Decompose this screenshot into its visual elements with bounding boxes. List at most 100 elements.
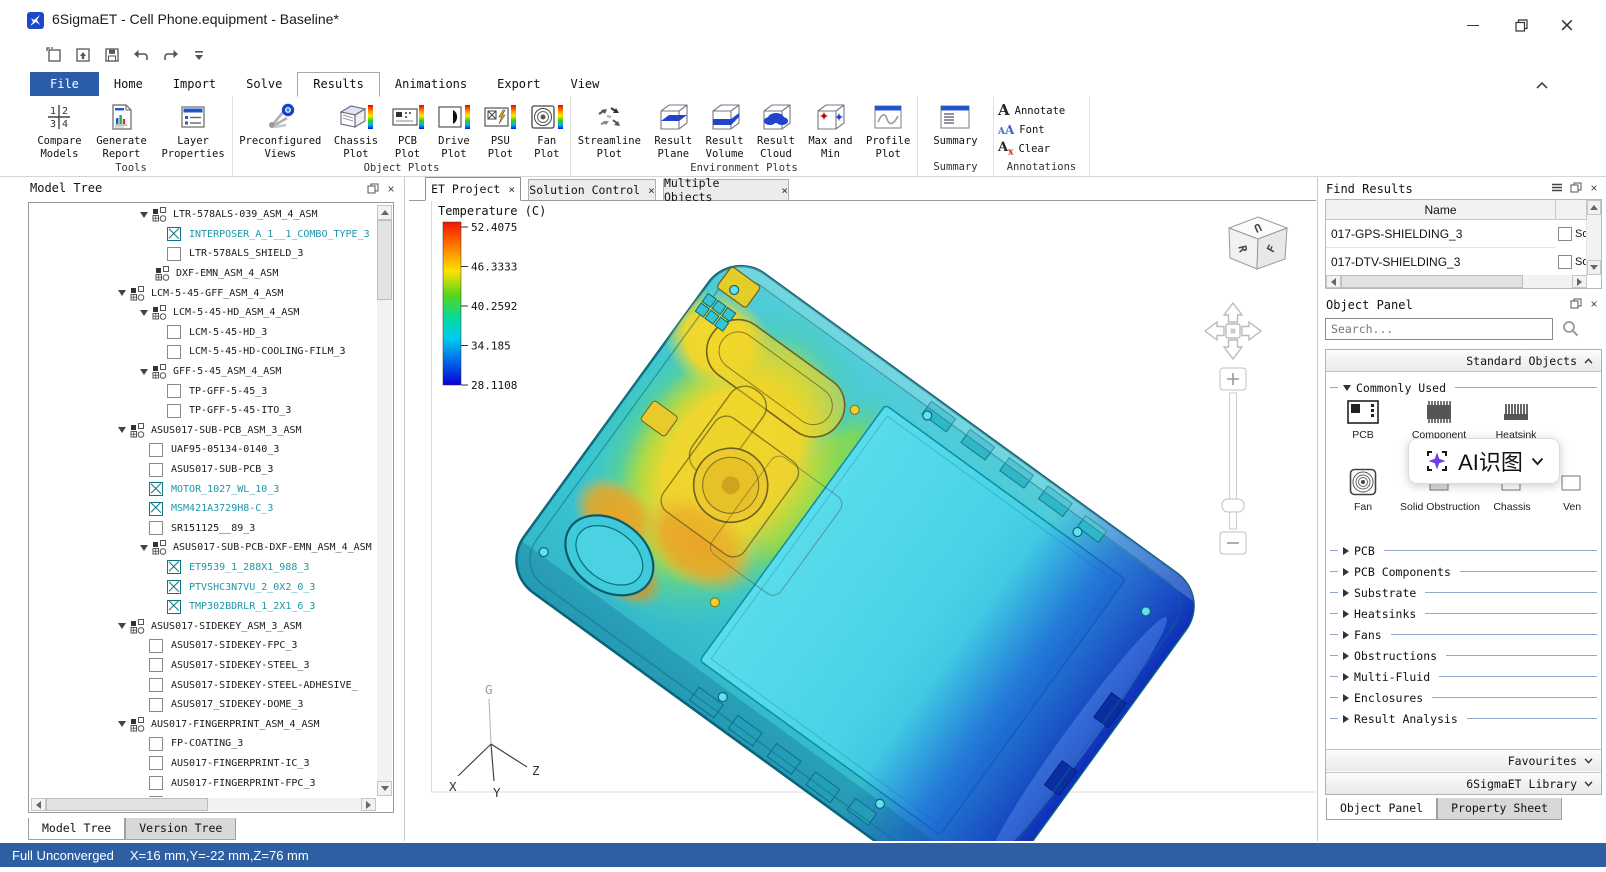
tree-item[interactable]: ASUS017-SIDEKEY-FPC_3 xyxy=(29,636,377,656)
checkbox-checked[interactable] xyxy=(149,502,163,516)
float-panel-icon[interactable] xyxy=(366,182,380,195)
solid-checkbox[interactable] xyxy=(1558,255,1572,269)
drive-plot-button[interactable]: Drive Plot xyxy=(435,98,473,161)
object-item-pcb[interactable]: PCB xyxy=(1334,400,1392,441)
tree-vertical-scrollbar[interactable] xyxy=(377,205,392,796)
checkbox-checked[interactable] xyxy=(167,227,181,241)
right-splitter[interactable] xyxy=(1317,177,1318,841)
checkbox-unchecked[interactable] xyxy=(149,737,163,751)
category-substrate[interactable]: Substrate xyxy=(1330,582,1597,603)
chassis-plot-button[interactable]: Chassis Plot xyxy=(332,98,380,161)
profile-plot-button[interactable]: Profile Plot xyxy=(864,98,912,161)
expand-arrow-icon[interactable] xyxy=(118,623,126,629)
panel-menu-icon[interactable] xyxy=(1550,181,1564,194)
generate-report-button[interactable]: Generate Report xyxy=(94,98,149,161)
category-obstructions[interactable]: Obstructions xyxy=(1330,645,1597,666)
checkbox-checked[interactable] xyxy=(167,580,181,594)
layer-properties-button[interactable]: Layer Properties xyxy=(159,98,226,161)
result-cloud-button[interactable]: Result Cloud xyxy=(755,98,797,161)
fan-plot-button[interactable]: Fan Plot xyxy=(528,98,566,161)
tree-item[interactable]: MSM421A3729H8-C_3 xyxy=(29,499,377,519)
tree-item[interactable]: LTR-578ALS-039_ASM_4_ASM xyxy=(29,205,377,225)
toolbar-more-icon[interactable] xyxy=(189,45,209,65)
checkbox-unchecked[interactable] xyxy=(149,698,163,712)
left-splitter[interactable] xyxy=(404,177,405,841)
checkbox-checked[interactable] xyxy=(167,600,181,614)
tab-results[interactable]: Results xyxy=(297,72,380,97)
preconfigured-views-button[interactable]: Preconfigured Views xyxy=(237,98,323,161)
column-header-extra[interactable] xyxy=(1556,200,1587,220)
close-panel-icon[interactable]: × xyxy=(384,182,398,195)
float-panel-icon[interactable] xyxy=(1569,181,1583,194)
expand-arrow-icon[interactable] xyxy=(118,427,126,433)
checkbox-unchecked[interactable] xyxy=(167,384,181,398)
checkbox-unchecked[interactable] xyxy=(149,521,163,535)
solid-checkbox[interactable] xyxy=(1558,227,1572,241)
search-icon[interactable] xyxy=(1562,320,1579,342)
clear-annotations-button[interactable]: Ax Clear xyxy=(994,139,1089,158)
close-tab-icon[interactable]: × xyxy=(781,184,788,197)
pcb-plot-button[interactable]: PCB Plot xyxy=(389,98,427,161)
results-vertical-scrollbar[interactable] xyxy=(1587,200,1601,275)
expand-arrow-icon[interactable] xyxy=(140,369,148,375)
tab-export[interactable]: Export xyxy=(482,72,555,96)
tab-et-project[interactable]: ET Project× xyxy=(425,177,521,201)
close-panel-icon[interactable]: × xyxy=(1587,297,1601,310)
result-plane-button[interactable]: Result Plane xyxy=(652,98,694,161)
tree-item[interactable]: ASUS017_SIDEKEY-DOME_3 xyxy=(29,695,377,715)
object-item-fan[interactable]: Fan xyxy=(1334,468,1392,513)
result-volume-button[interactable]: Result Volume xyxy=(704,98,746,161)
tree-item[interactable]: ASUS017-SUB-PCB-DXF-EMN_ASM_4_ASM xyxy=(29,538,377,558)
tree-item[interactable]: ASUS017-SUB-PCB_3 xyxy=(29,460,377,480)
expand-arrow-icon[interactable] xyxy=(118,721,126,727)
checkbox-unchecked[interactable] xyxy=(149,639,163,653)
close-tab-icon[interactable]: × xyxy=(508,183,515,196)
tree-item[interactable]: ET9539_1_288X1_988_3 xyxy=(29,558,377,578)
max-and-min-button[interactable]: Max and Min xyxy=(806,98,854,161)
category-pcb[interactable]: PCB xyxy=(1330,540,1597,561)
open-model-icon[interactable] xyxy=(73,45,93,65)
category-result-analysis[interactable]: Result Analysis xyxy=(1330,708,1597,729)
tree-item[interactable]: AUS017-FINGERPRINT_ASM_4_ASM xyxy=(29,714,377,734)
tree-item[interactable]: DXF-EMN_ASM_4_ASM xyxy=(29,264,377,284)
tab-view[interactable]: View xyxy=(555,72,614,96)
new-model-icon[interactable] xyxy=(44,45,64,65)
minimize-button[interactable] xyxy=(1456,14,1490,36)
library-header[interactable]: 6SigmaET Library xyxy=(1326,772,1601,794)
table-row[interactable]: 017-DTV-SHIELDING_3 xyxy=(1326,248,1556,276)
tree-item[interactable]: PTVSHC3N7VU_2_0X2_0_3 xyxy=(29,577,377,597)
tab-property-sheet[interactable]: Property Sheet xyxy=(1437,798,1562,820)
tree-item[interactable]: ASUS017-SIDEKEY_ASM_3_ASM xyxy=(29,616,377,636)
row-extra-cell[interactable]: Soli xyxy=(1556,248,1587,276)
font-button[interactable]: AA Font xyxy=(994,120,1089,139)
3d-scene[interactable]: Temperature (C) 52.407546.333340.259234.… xyxy=(409,201,1316,841)
undo-icon[interactable] xyxy=(131,45,151,65)
summary-button[interactable]: Summary xyxy=(931,98,979,149)
close-tab-icon[interactable]: × xyxy=(648,184,655,197)
tree-item[interactable]: FP-COATING_3 xyxy=(29,734,377,754)
tree-item[interactable]: TP-GFF-5-45-ITO_3 xyxy=(29,401,377,421)
checkbox-unchecked[interactable] xyxy=(149,776,163,790)
category-pcb-components[interactable]: PCB Components xyxy=(1330,561,1597,582)
tree-item[interactable]: MOTOR_1027_WL_10_3 xyxy=(29,479,377,499)
tab-multiple-objects[interactable]: Multiple Objects× xyxy=(663,179,789,200)
tab-home[interactable]: Home xyxy=(99,72,158,96)
tree-item[interactable]: LCM-5-45-HD-COOLING-FILM_3 xyxy=(29,342,377,362)
column-header-name[interactable]: Name xyxy=(1326,200,1556,220)
float-panel-icon[interactable] xyxy=(1569,297,1583,310)
expand-arrow-icon[interactable] xyxy=(140,212,148,218)
tree-item[interactable]: AUS017-FINGERPRINT-FPC_3 xyxy=(29,773,377,793)
object-item-component[interactable]: Component xyxy=(1404,400,1474,441)
checkbox-unchecked[interactable] xyxy=(149,756,163,770)
tree-item[interactable]: TP-GFF-5-45_3 xyxy=(29,381,377,401)
tree-item[interactable]: AUS017-FINGERPRINT-IC_3 xyxy=(29,754,377,774)
expand-arrow-icon[interactable] xyxy=(140,545,148,551)
close-panel-icon[interactable]: × xyxy=(1587,181,1601,194)
restore-button[interactable] xyxy=(1504,14,1538,36)
tree-item[interactable]: TMP302BDRLR_1_2X1_6_3 xyxy=(29,597,377,617)
tree-item[interactable]: SR151125__89_3 xyxy=(29,519,377,539)
close-button[interactable]: × xyxy=(1550,14,1584,36)
checkbox-unchecked[interactable] xyxy=(149,658,163,672)
checkbox-checked[interactable] xyxy=(167,560,181,574)
checkbox-unchecked[interactable] xyxy=(149,678,163,692)
